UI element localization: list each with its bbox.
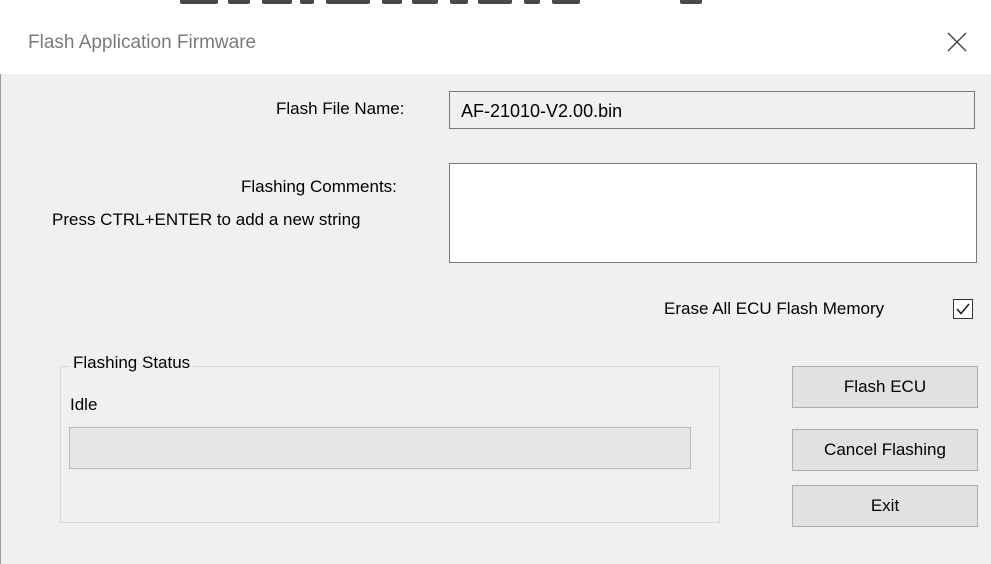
close-icon — [947, 32, 967, 52]
exit-button[interactable]: Exit — [792, 485, 978, 527]
flash-file-field: AF-21010-V2.00.bin — [449, 91, 975, 129]
close-button[interactable] — [921, 10, 991, 74]
flash-file-label: Flash File Name: — [276, 99, 405, 118]
erase-checkbox[interactable] — [953, 299, 973, 319]
flash-ecu-button[interactable]: Flash ECU — [792, 366, 978, 408]
window-title: Flash Application Firmware — [28, 32, 257, 53]
comments-textarea[interactable] — [449, 163, 977, 263]
flashing-status-legend: Flashing Status — [70, 353, 194, 373]
window-border — [0, 74, 1, 564]
flash-dialog: Flash Application Firmware Flash File Na… — [0, 0, 991, 564]
erase-label[interactable]: Erase All ECU Flash Memory — [664, 299, 884, 319]
cancel-flashing-button[interactable]: Cancel Flashing — [792, 429, 978, 471]
flash-progress-bar — [69, 427, 691, 469]
comments-label: Flashing Comments: — [241, 177, 397, 196]
checkmark-icon — [956, 303, 970, 315]
title-bar: Flash Application Firmware — [0, 10, 991, 74]
background-window-fragment — [0, 0, 991, 10]
comments-hint: Press CTRL+ENTER to add a new string — [52, 210, 361, 229]
status-text: Idle — [70, 395, 98, 414]
